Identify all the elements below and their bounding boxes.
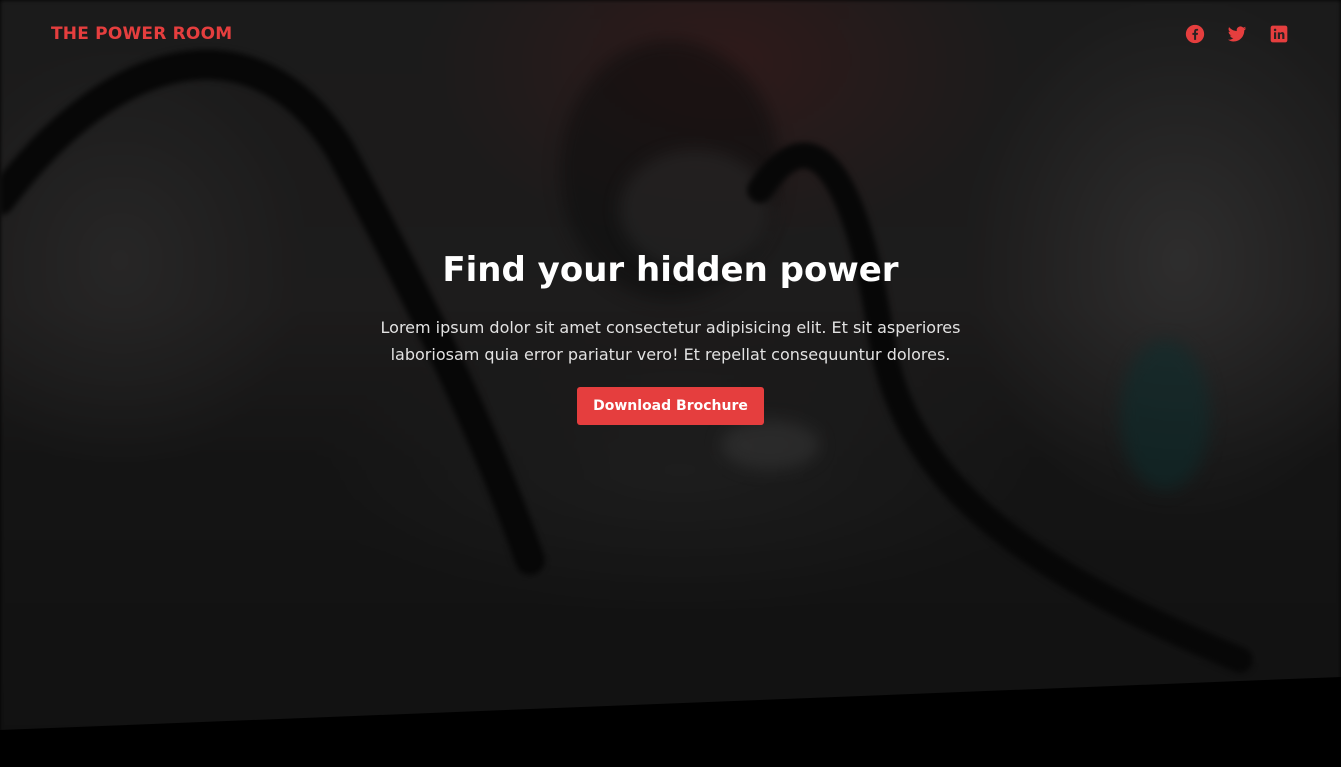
- diagonal-divider: [0, 677, 1341, 767]
- hero-description: Lorem ipsum dolor sit amet consectetur a…: [380, 318, 961, 364]
- brand-logo[interactable]: THE POWER ROOM: [51, 24, 232, 44]
- hero-section: THE POWER ROOM Find your hidden power Lo…: [0, 0, 1341, 767]
- hero-content: Find your hidden power Lorem ipsum dolor…: [0, 248, 1341, 425]
- facebook-icon: [1185, 24, 1205, 44]
- twitter-link[interactable]: [1227, 24, 1247, 44]
- download-brochure-button[interactable]: Download Brochure: [577, 387, 764, 425]
- social-links: [1185, 24, 1289, 44]
- twitter-icon: [1227, 26, 1247, 42]
- facebook-link[interactable]: [1185, 24, 1205, 44]
- navbar: THE POWER ROOM: [0, 0, 1341, 70]
- hero-title: Find your hidden power: [442, 250, 899, 290]
- linkedin-link[interactable]: [1269, 24, 1289, 44]
- linkedin-icon: [1270, 25, 1288, 43]
